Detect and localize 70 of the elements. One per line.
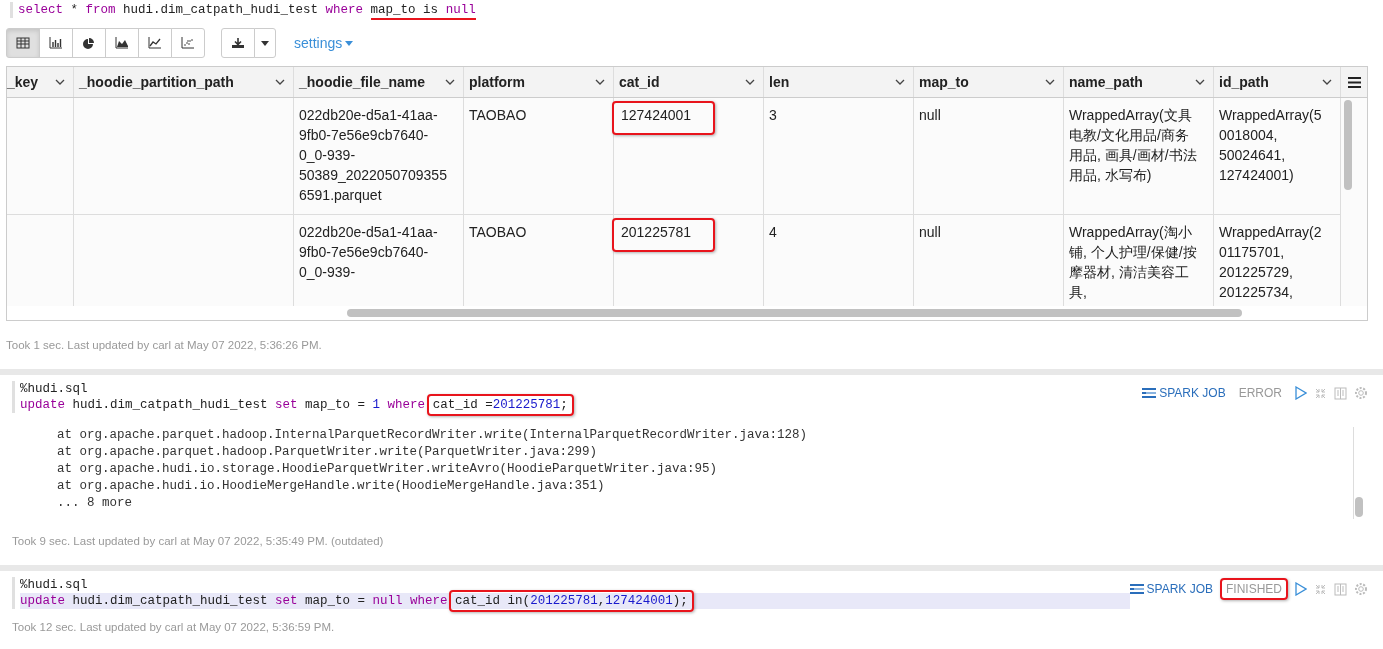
pie-chart-icon [82,37,96,49]
table-icon [16,37,30,49]
stack-icon [1142,388,1157,398]
sort-caret-icon[interactable] [1195,79,1205,85]
area-chart-icon [115,37,129,49]
output-line: at org.apache.parquet.hadoop.InternalParquetRecordWriter.write(InternalParquetRecordWriter.java:128) [57,427,809,444]
output-line: at org.apache.parquet.hadoop.ParquetWriter.write(ParquetWriter.java:299) [57,444,599,461]
run-status-text: Took 9 sec. Last updated by carl at May 07 2022, 5:35:49 PM. (outdated) [12,535,385,547]
table-cell: WrappedArray(淘小铺, 个人护理/保健/按摩器材, 清洁美容工具, [1069,224,1197,300]
scrollbar-thumb[interactable] [1344,100,1352,190]
sort-caret-icon[interactable] [895,79,905,85]
table-cell: 3 [769,107,777,123]
run-icon[interactable] [1295,582,1307,596]
table-cell: 022db20e-d5a1-41aa-9fb0-7e56e9cb7640-0_0-939-50389_20220507093556591.parquet [299,107,447,203]
download-button[interactable] [221,28,255,58]
stack-icon [1129,584,1144,594]
table-cell: 201225781 [612,218,716,252]
output-line: ... 8 more [57,495,133,512]
line-chart-icon [148,37,162,49]
column-header[interactable]: platform [464,67,614,97]
bar-chart-icon [49,37,63,49]
table-cell: 022db20e-d5a1-41aa-9fb0-7e56e9cb7640-0_0-939- [299,224,438,280]
code-line: %hudi.sql [20,381,89,397]
sort-caret-icon[interactable] [595,79,605,85]
chart-type-button[interactable] [72,28,106,58]
column-header[interactable]: _hoodie_partition_path [74,67,294,97]
column-header[interactable]: map_to [914,67,1064,97]
run-status-text: Took 1 sec. Last updated by carl at May 07 2022, 5:36:26 PM. [6,339,323,351]
column-header[interactable]: cat_id [614,67,764,97]
code-line: select * from hudi.dim_catpath_hudi_test where map_to is null [18,2,1368,18]
sort-caret-icon[interactable] [445,79,455,85]
sort-caret-icon[interactable] [745,79,755,85]
column-header[interactable]: len [764,67,914,97]
caret-icon [261,40,269,46]
column-header[interactable]: name_path [1064,67,1214,97]
spark-job-link[interactable]: SPARK JOB [1142,386,1226,400]
code-line: update hudi.dim_catpath_hudi_test set map_to = 1 where cat_id =201225781; [20,397,1143,413]
sort-caret-icon[interactable] [1322,79,1332,85]
dropdown-button[interactable] [254,28,276,58]
sort-caret-icon[interactable] [1045,79,1055,85]
column-header[interactable]: id_path [1214,67,1341,97]
status-label: ERROR [1237,385,1283,402]
status-label: FINISHED [1220,578,1288,600]
scrollbar-thumb[interactable] [1355,497,1363,517]
table-cell: 127424001 [612,101,716,135]
run-icon[interactable] [1295,386,1307,400]
sort-caret-icon[interactable] [275,79,285,85]
table-cell: WrappedArray(50018004, 50024641, 127424001) [1219,107,1322,183]
table-cell: TAOBAO [469,107,527,123]
output-line: at org.apache.hudi.io.HoodieMergeHandle.write(HoodieMergeHandle.java:351) [57,478,606,495]
download-icon [231,37,245,49]
code-line: %hudi.sql [20,577,89,593]
output-line: at org.apache.hudi.io.storage.HoodieParquetWriter.writeAvro(HoodieParquetWriter.java:95) [57,461,719,478]
table-cell: null [919,107,941,123]
sort-caret-icon[interactable] [55,79,65,85]
settings-link[interactable]: settings [294,35,354,51]
table-cell: null [919,224,941,240]
table-cell: WrappedArray(文具电教/文化用品/商务用品, 画具/画材/书法用品, 水写布) [1069,107,1197,183]
column-header[interactable]: _hoodie_file_name [294,67,464,97]
caret-icon [345,40,354,46]
run-status-text: Took 12 sec. Last updated by carl at May 07 2022, 5:36:59 PM. [12,621,336,633]
table-cell: 4 [769,224,777,240]
chart-type-button[interactable] [105,28,139,58]
table-cell: TAOBAO [469,224,527,240]
scrollbar-thumb[interactable] [347,309,1242,317]
column-header[interactable]: _key [7,67,74,97]
spark-job-link[interactable]: SPARK JOB [1129,582,1213,596]
table-cell: WrappedArray(201175701, 201225729, 201225734, [1219,224,1322,300]
menu-icon[interactable] [1347,76,1361,88]
scatter-chart-icon [181,37,195,49]
